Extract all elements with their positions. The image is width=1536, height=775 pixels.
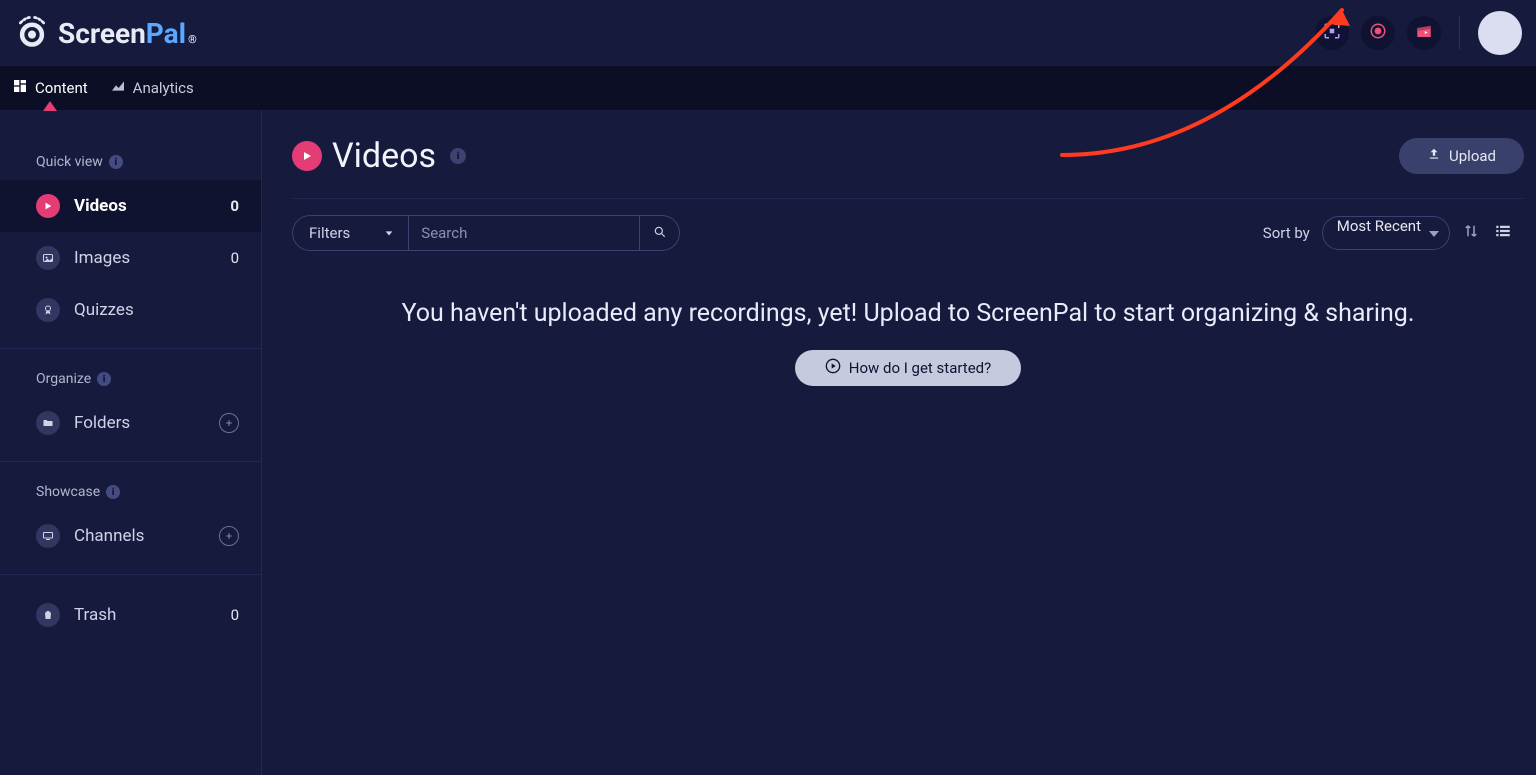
sidebar-item-folders[interactable]: Folders: [0, 397, 261, 449]
brand-text: ScreenPal®: [58, 17, 197, 50]
main-separator: [292, 198, 1524, 199]
sidebar-item-label: Quizzes: [74, 300, 134, 320]
sidebar-item-label: Folders: [74, 413, 130, 433]
empty-state: You haven't uploaded any recordings, yet…: [292, 299, 1524, 386]
info-icon[interactable]: i: [97, 372, 111, 386]
record-icon: [1369, 22, 1387, 44]
brand-text-screen: Screen: [58, 17, 146, 50]
sidebar-item-count: 0: [231, 249, 239, 267]
sidebar: Quick view i Videos 0 Images 0: [0, 110, 262, 775]
play-icon: [36, 194, 60, 218]
upload-button[interactable]: Upload: [1399, 138, 1524, 174]
add-folder-button[interactable]: [219, 413, 239, 433]
filters-dropdown[interactable]: Filters: [292, 215, 408, 251]
info-icon[interactable]: i: [450, 148, 466, 164]
header-divider: [1459, 16, 1460, 50]
folder-icon: [36, 411, 60, 435]
upload-button-label: Upload: [1449, 147, 1496, 165]
sidebar-item-count: 0: [231, 606, 239, 624]
sidebar-section-organize: Organize i: [0, 361, 261, 397]
sort-direction-button[interactable]: [1462, 222, 1480, 244]
sort-select[interactable]: Most Recent: [1322, 216, 1450, 250]
capture-region-icon: [1323, 22, 1341, 44]
search-input[interactable]: [409, 224, 639, 242]
tab-content-label: Content: [35, 79, 88, 97]
sidebar-separator: [0, 348, 261, 349]
search-field[interactable]: [408, 215, 640, 251]
list-icon: [1492, 225, 1514, 244]
sidebar-section-showcase-label: Showcase: [36, 484, 100, 500]
how-to-button[interactable]: How do I get started?: [795, 350, 1021, 386]
upload-icon: [1427, 147, 1441, 165]
sidebar-item-label: Images: [74, 248, 130, 268]
brand-logo-icon: [14, 13, 50, 53]
analytics-icon: [110, 78, 126, 98]
page-title-block: Videos i: [292, 136, 466, 176]
tab-content[interactable]: Content: [12, 66, 88, 110]
record-button[interactable]: [1361, 16, 1395, 50]
sort-select-value: Most Recent: [1337, 217, 1421, 235]
play-circle-icon: [825, 358, 841, 378]
sidebar-separator: [0, 574, 261, 575]
clapboard-icon: [1415, 22, 1433, 44]
play-icon: [292, 141, 322, 171]
chevron-down-icon: [384, 224, 394, 242]
display-icon: [36, 524, 60, 548]
toolbar-left: Filters: [292, 215, 680, 251]
info-icon[interactable]: i: [109, 155, 123, 169]
brand-text-pal: Pal: [146, 17, 186, 50]
avatar[interactable]: [1478, 11, 1522, 55]
sidebar-section-showcase: Showcase i: [0, 474, 261, 510]
sidebar-item-videos[interactable]: Videos 0: [0, 180, 261, 232]
sidebar-item-channels[interactable]: Channels: [0, 510, 261, 562]
sort-by-label: Sort by: [1263, 224, 1310, 242]
editor-button[interactable]: [1407, 16, 1441, 50]
filters-label: Filters: [309, 224, 350, 242]
image-icon: [36, 246, 60, 270]
header-bar: ScreenPal®: [0, 0, 1536, 66]
capture-region-button[interactable]: [1315, 16, 1349, 50]
sidebar-item-count: 0: [230, 197, 239, 215]
sidebar-item-label: Channels: [74, 526, 144, 546]
tab-analytics-label: Analytics: [133, 79, 194, 97]
sidebar-item-trash[interactable]: Trash 0: [0, 589, 261, 641]
sidebar-item-label: Trash: [74, 605, 116, 625]
info-icon[interactable]: i: [106, 485, 120, 499]
dashboard-icon: [12, 78, 28, 98]
sidebar-section-quick-view-label: Quick view: [36, 154, 103, 170]
how-to-label: How do I get started?: [849, 359, 991, 377]
empty-message: You haven't uploaded any recordings, yet…: [292, 299, 1524, 328]
add-channel-button[interactable]: [219, 526, 239, 546]
sort-arrow-icon: [1462, 225, 1480, 244]
sidebar-section-quick-view: Quick view i: [0, 144, 261, 180]
sidebar-item-images[interactable]: Images 0: [0, 232, 261, 284]
subnav: Content Analytics: [0, 66, 1536, 110]
ribbon-icon: [36, 298, 60, 322]
toolbar-right: Sort by Most Recent: [1263, 216, 1514, 250]
search-icon: [653, 224, 667, 243]
page-title: Videos: [332, 136, 436, 176]
tab-analytics[interactable]: Analytics: [110, 66, 194, 110]
sidebar-item-label: Videos: [74, 196, 127, 216]
main-panel: Videos i Upload Filters: [262, 110, 1536, 775]
header-actions: [1315, 11, 1522, 55]
brand: ScreenPal®: [14, 13, 197, 53]
list-view-button[interactable]: [1492, 222, 1514, 244]
search-button[interactable]: [640, 215, 680, 251]
sidebar-separator: [0, 461, 261, 462]
trash-icon: [36, 603, 60, 627]
sidebar-section-organize-label: Organize: [36, 371, 91, 387]
brand-reg: ®: [188, 33, 197, 46]
sidebar-item-quizzes[interactable]: Quizzes: [0, 284, 261, 336]
